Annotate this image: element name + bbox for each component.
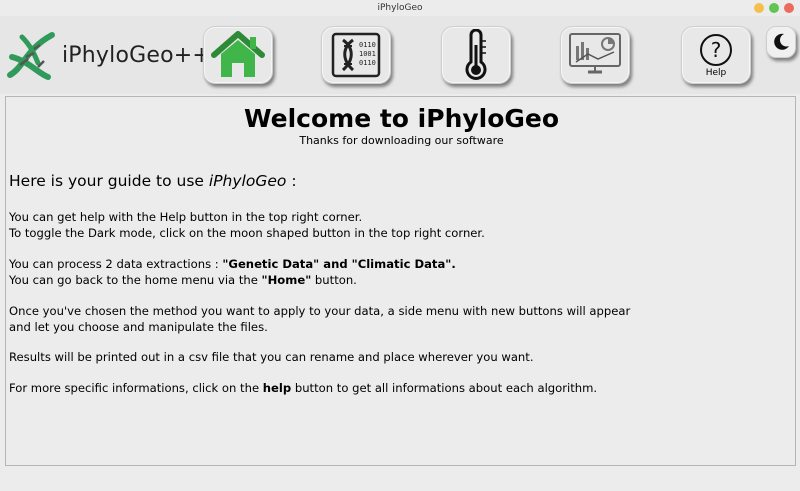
question-circle-icon: ? <box>700 33 732 66</box>
minimize-button[interactable] <box>754 3 764 13</box>
method-line-2: and let you choose and manipulate the fi… <box>9 320 268 334</box>
dna-logo-icon <box>7 32 55 80</box>
extraction-text: You can process 2 data extractions : <box>9 257 223 271</box>
svg-text:1001: 1001 <box>359 50 376 58</box>
page-title: Welcome to iPhyloGeo <box>243 104 560 133</box>
genetic-data-button[interactable]: 0110 1001 0110 <box>321 26 391 84</box>
method-paragraph: Once you've chosen the method you want t… <box>9 303 630 335</box>
svg-text:?: ? <box>711 38 722 62</box>
home-text-a: You can go back to the home menu via the <box>9 273 262 287</box>
house-icon <box>211 31 265 77</box>
climatic-data-button[interactable] <box>441 26 511 84</box>
method-line-1: Once you've chosen the method you want t… <box>9 304 631 318</box>
svg-text:0110: 0110 <box>359 59 376 67</box>
guide-suffix: : <box>286 172 297 190</box>
extraction-line-2: You can go back to the home menu via the… <box>9 272 456 288</box>
extraction-paragraph: You can process 2 data extractions : "Ge… <box>9 256 456 288</box>
guide-prefix: Here is your guide to use <box>9 172 209 190</box>
page-subtitle: Thanks for downloading our software <box>299 134 504 147</box>
moon-icon <box>774 33 789 50</box>
logo-text: iPhyloGeo++ <box>62 42 212 68</box>
help-paragraph: You can get help with the Help button in… <box>9 209 485 241</box>
guide-app-name: iPhyloGeo <box>208 172 287 190</box>
close-button[interactable] <box>784 3 794 13</box>
title-bar: iPhyloGeo <box>0 0 800 16</box>
thermometer-icon <box>465 29 487 80</box>
guide-heading: Here is your guide to use iPhyloGeo : <box>9 172 297 190</box>
extraction-line-1: You can process 2 data extractions : "Ge… <box>9 256 456 272</box>
app-logo: iPhyloGeo++ <box>4 24 214 86</box>
maximize-button[interactable] <box>769 3 779 13</box>
home-button[interactable] <box>203 26 273 84</box>
welcome-panel: Welcome to iPhyloGeo Thanks for download… <box>5 96 796 466</box>
extraction-types: "Genetic Data" and "Climatic Data". <box>222 257 456 271</box>
home-text-b: "Home" <box>261 273 312 287</box>
chart-monitor-icon <box>569 33 621 74</box>
more-info-a: For more specific informations, click on… <box>9 381 263 395</box>
more-info-help: help <box>262 381 292 395</box>
dna-data-icon: 0110 1001 0110 <box>331 32 381 78</box>
dark-mode-toggle[interactable] <box>766 26 796 58</box>
more-info-paragraph: For more specific informations, click on… <box>9 380 597 396</box>
toolbar: iPhyloGeo++ 0110 1001 0110 ? Help <box>0 16 800 94</box>
window-title: iPhyloGeo <box>377 3 423 13</box>
help-line-2: To toggle the Dark mode, click on the mo… <box>9 226 485 240</box>
statistics-button[interactable] <box>560 26 630 84</box>
more-info-c: button to get all informations about eac… <box>291 381 598 395</box>
help-label: Help <box>705 67 727 78</box>
results-paragraph: Results will be printed out in a csv fil… <box>9 350 534 364</box>
help-line-1: You can get help with the Help button in… <box>9 210 363 224</box>
help-button[interactable]: ? Help <box>681 26 751 84</box>
svg-text:0110: 0110 <box>359 41 376 49</box>
home-text-c: button. <box>311 273 357 287</box>
